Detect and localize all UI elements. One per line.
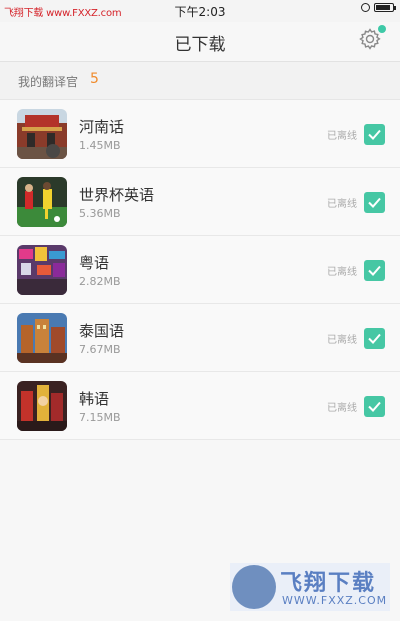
battery-fill (376, 5, 391, 10)
download-list: 河南话 1.45MB 已离线 世界杯英语 5.36MB 已离线 粤语 2.82M… (0, 100, 400, 440)
item-name: 韩语 (79, 390, 110, 408)
list-item[interactable]: 泰国语 7.67MB 已离线 (0, 304, 400, 372)
item-status: 已离线 (327, 131, 357, 142)
section-count: 5 (90, 71, 99, 87)
item-thumbnail (17, 245, 67, 295)
item-status: 已离线 (327, 199, 357, 210)
item-status: 已离线 (327, 267, 357, 278)
notification-badge (378, 25, 386, 33)
item-size: 5.36MB (79, 207, 121, 220)
checkbox[interactable] (364, 124, 385, 145)
nav-bar: 已下载 (0, 22, 400, 62)
checkbox[interactable] (364, 192, 385, 213)
status-bar: 飞翔下载 www.FXXZ.com 下午2:03 (0, 0, 400, 22)
item-name: 粤语 (79, 254, 110, 272)
settings-button[interactable] (358, 25, 386, 51)
item-name: 泰国语 (79, 322, 125, 340)
logo-url: WWW.FXXZ.COM (282, 594, 388, 607)
battery-icon (374, 3, 396, 12)
list-item[interactable]: 世界杯英语 5.36MB 已离线 (0, 168, 400, 236)
logo-text: 飞翔下载 (280, 571, 377, 596)
logo-emblem-icon (232, 565, 276, 609)
watermark-logo: 飞翔下载 WWW.FXXZ.COM (230, 563, 390, 611)
item-size: 2.82MB (79, 275, 121, 288)
checkmark-icon (368, 333, 381, 344)
checkbox[interactable] (364, 396, 385, 417)
item-thumbnail (17, 177, 67, 227)
section-label: 我的翻译官 (18, 75, 79, 89)
list-item[interactable]: 韩语 7.15MB 已离线 (0, 372, 400, 440)
page-title: 已下载 (174, 35, 226, 55)
checkmark-icon (368, 401, 381, 412)
checkmark-icon (368, 129, 381, 140)
item-status: 已离线 (327, 335, 357, 346)
list-item[interactable]: 粤语 2.82MB 已离线 (0, 236, 400, 304)
checkmark-icon (368, 197, 381, 208)
item-thumbnail (17, 109, 67, 159)
item-status: 已离线 (327, 403, 357, 414)
checkbox[interactable] (364, 260, 385, 281)
item-size: 7.15MB (79, 411, 121, 424)
list-item[interactable]: 河南话 1.45MB 已离线 (0, 100, 400, 168)
status-time: 下午2:03 (174, 5, 226, 19)
checkbox[interactable] (364, 328, 385, 349)
item-thumbnail (17, 313, 67, 363)
item-size: 1.45MB (79, 139, 121, 152)
status-icons (361, 3, 396, 12)
item-name: 世界杯英语 (79, 186, 155, 204)
section-header: 我的翻译官 5 (0, 62, 400, 100)
item-name: 河南话 (79, 118, 125, 136)
rotation-lock-icon (361, 3, 370, 12)
item-size: 7.67MB (79, 343, 121, 356)
checkmark-icon (368, 265, 381, 276)
item-thumbnail (17, 381, 67, 431)
